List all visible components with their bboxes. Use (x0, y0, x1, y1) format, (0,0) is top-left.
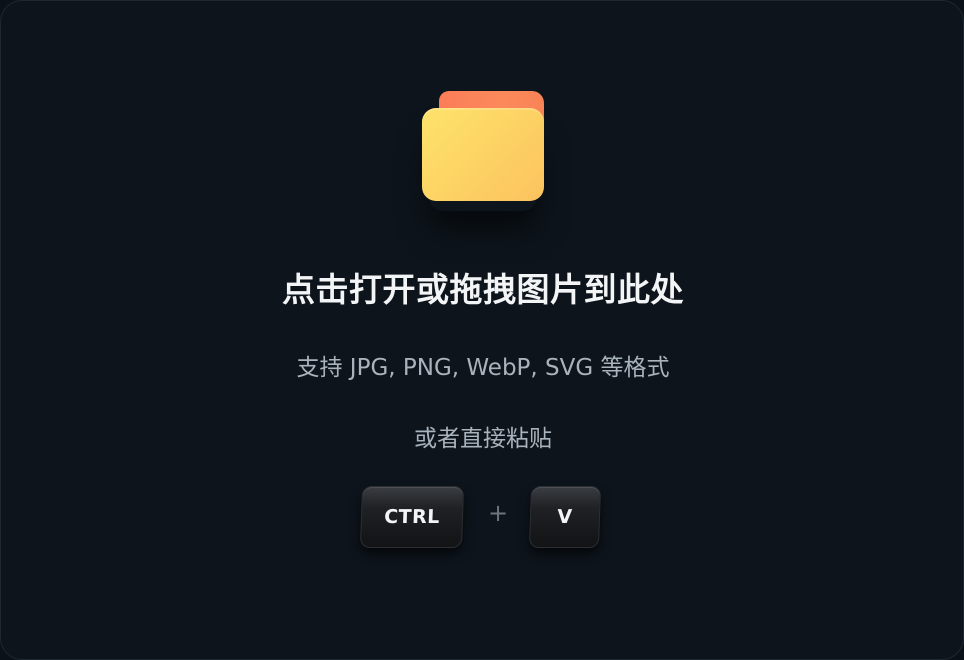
plus-separator: + (487, 499, 509, 527)
folder-icon (422, 91, 544, 201)
image-drop-zone[interactable]: 点击打开或拖拽图片到此处 支持 JPG, PNG, WebP, SVG 等格式 … (0, 0, 964, 660)
v-key-cap: V (528, 486, 602, 548)
ctrl-key-cap: CTRL (359, 486, 465, 548)
drop-zone-title: 点击打开或拖拽图片到此处 (282, 270, 684, 309)
supported-formats-text: 支持 JPG, PNG, WebP, SVG 等格式 (296, 355, 670, 381)
folder-body (422, 108, 544, 201)
paste-hint-text: 或者直接粘贴 (414, 426, 552, 452)
